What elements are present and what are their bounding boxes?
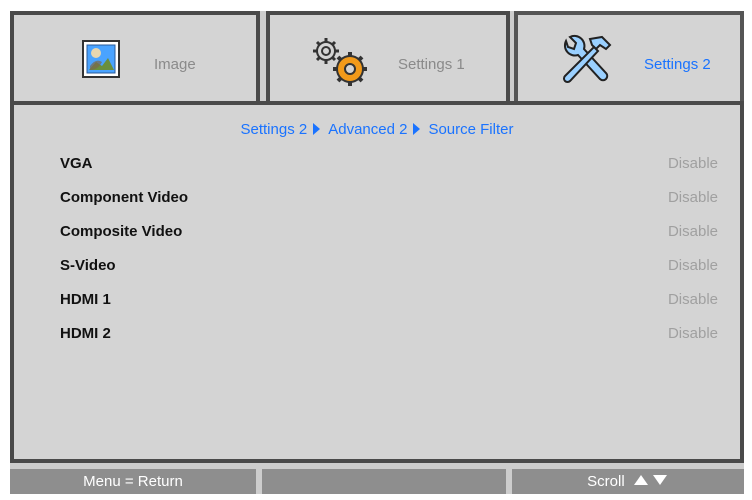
breadcrumb-item-source-filter: Source Filter [428,121,514,138]
list-item[interactable]: S-Video Disable [14,254,740,278]
tab-settings-2-label: Settings 2 [644,56,711,73]
breadcrumb-item-advanced-2: Advanced 2 [328,121,408,138]
image-icon [82,40,120,78]
list-item[interactable]: Composite Video Disable [14,220,740,244]
list-item[interactable]: HDMI 1 Disable [14,288,740,312]
row-value[interactable]: Disable [668,189,718,206]
chevron-right-icon [313,123,321,135]
scroll-label: Scroll [587,473,625,490]
menu-return-hint: Menu = Return [10,469,256,494]
tab-image[interactable]: Image [10,11,260,101]
gears-icon [310,35,372,87]
breadcrumb: Settings 2 Advanced 2 Source Filter [14,121,740,138]
row-value[interactable]: Disable [668,257,718,274]
row-label: S-Video [60,257,116,274]
breadcrumb-item-settings-2: Settings 2 [240,121,308,138]
scroll-arrows-icon [633,469,669,494]
tab-settings-1-label: Settings 1 [398,56,465,73]
row-label: HDMI 1 [60,291,111,308]
row-value[interactable]: Disable [668,155,718,172]
osd-menu: Image Settings 1 Settings 2 Settings 2 A… [10,11,744,494]
bottom-bar: Menu = Return Scroll [10,469,744,494]
row-label: Component Video [60,189,189,206]
tab-settings-1[interactable]: Settings 1 [266,11,510,101]
list-item[interactable]: HDMI 2 Disable [14,322,740,346]
content-panel: Settings 2 Advanced 2 Source Filter VGA Di… [10,101,744,463]
bottom-bar-middle [262,469,506,494]
row-label: Composite Video [60,223,183,240]
row-value[interactable]: Disable [668,291,718,308]
row-value[interactable]: Disable [668,325,718,342]
menu-return-label: Menu = Return [83,473,183,490]
row-label: VGA [60,155,93,172]
list-item[interactable]: VGA Disable [14,152,740,176]
chevron-right-icon [413,123,421,135]
row-value[interactable]: Disable [668,223,718,240]
tab-settings-2[interactable]: Settings 2 [514,11,744,112]
row-label: HDMI 2 [60,325,111,342]
tab-image-label: Image [154,56,196,73]
scroll-hint: Scroll [512,469,744,494]
list-item[interactable]: Component Video Disable [14,186,740,210]
tools-icon [556,33,614,89]
